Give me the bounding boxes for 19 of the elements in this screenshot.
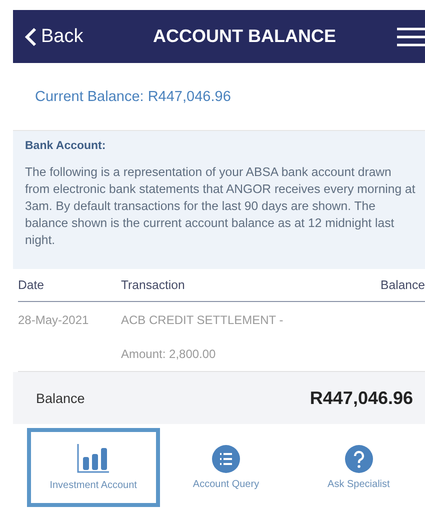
screen-title: ACCOUNT BALANCE <box>153 26 336 47</box>
menu-icon[interactable] <box>397 26 425 46</box>
balance-value: R447,046.96 <box>310 388 413 408</box>
date-cell-text: 28-May-2021 <box>18 312 90 329</box>
balance-label: Balance <box>36 390 85 406</box>
list-icon <box>212 445 240 473</box>
info-text: The following is a representation of your ABSA bank account drawn from electronic bank statements that ANGOR receives every morning at 3am. By default transactions for the last 90 days are shown. The balance shown is the current account balance as at 12 midnight last night. <box>25 164 416 249</box>
column-header: Date <box>18 278 45 292</box>
info-heading: Bank Account: <box>25 140 107 152</box>
amount-text: Amount: 2,800.00 <box>121 347 217 361</box>
back-button[interactable]: Back <box>13 26 84 48</box>
column-header: Transaction <box>121 278 186 292</box>
bar-chart-icon <box>76 444 110 474</box>
help-icon <box>344 445 373 473</box>
nav-tab[interactable]: Investment Account <box>27 428 160 507</box>
current-balance: Current Balance: R447,046.96 <box>35 88 231 104</box>
transaction-cell: ACB CREDIT SETTLEMENT - <box>121 313 284 327</box>
column-header: Balance <box>380 278 425 292</box>
chevron-left-icon <box>25 26 37 46</box>
